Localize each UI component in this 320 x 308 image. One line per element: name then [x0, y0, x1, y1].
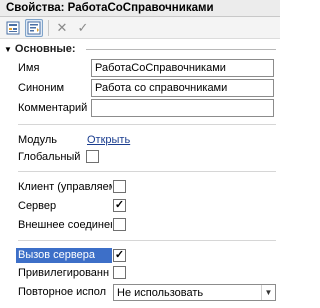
privileged-label: Привилегированн: [18, 267, 110, 279]
synonym-label: Синоним: [18, 82, 65, 94]
form-button[interactable]: [4, 19, 22, 37]
section-main-title: Основные:: [14, 43, 76, 55]
synonym-field[interactable]: Работа со справочниками: [91, 79, 274, 97]
reuse-label: Повторное испол: [18, 286, 107, 298]
check-icon: ✓: [114, 199, 125, 211]
server-call-checkbox[interactable]: ✓: [113, 249, 126, 262]
section-main-header[interactable]: ▼ Основные:: [4, 42, 76, 56]
form-icon: [6, 21, 20, 34]
cancel-button[interactable]: ✕: [53, 19, 71, 37]
apply-button[interactable]: ✓: [74, 19, 92, 37]
check-icon: ✓: [77, 20, 89, 35]
client-managed-checkbox[interactable]: [113, 180, 126, 193]
privileged-checkbox[interactable]: [113, 266, 126, 279]
client-managed-label: Клиент (управляем: [18, 181, 112, 193]
sort-icon: [27, 21, 41, 34]
module-label: Модуль: [18, 134, 57, 146]
window-title: Свойства: РаботаСоСправочниками: [6, 2, 214, 14]
collapse-triangle-icon: ▼: [4, 44, 12, 54]
external-connection-checkbox[interactable]: [113, 218, 126, 231]
window-titlebar: Свойства: РаботаСоСправочниками: [0, 0, 280, 17]
module-open-link[interactable]: Открыть: [87, 134, 130, 146]
sort-button[interactable]: [25, 18, 43, 37]
comment-label: Комментарий: [18, 102, 88, 114]
group-divider: [18, 124, 276, 125]
group-divider: [18, 240, 276, 241]
check-icon: ✓: [114, 249, 125, 261]
toolbar-separator: [48, 19, 49, 36]
name-label: Имя: [18, 62, 40, 74]
comment-field[interactable]: [91, 99, 274, 117]
global-checkbox[interactable]: [86, 150, 99, 163]
name-field[interactable]: РаботаСоСправочниками: [91, 59, 274, 77]
close-icon: ✕: [56, 20, 68, 35]
server-checkbox[interactable]: ✓: [113, 199, 126, 212]
group-divider: [18, 171, 276, 172]
server-call-label: Вызов сервера: [18, 249, 95, 261]
server-label: Сервер: [18, 200, 57, 212]
reuse-select-value: Не использовать: [117, 286, 204, 299]
section-divider: [86, 49, 276, 50]
chevron-down-icon[interactable]: ▼: [261, 285, 275, 300]
global-label: Глобальный: [18, 151, 81, 163]
toolbar: ✕ ✓: [0, 17, 280, 39]
reuse-select[interactable]: Не использовать ▼: [113, 284, 276, 301]
external-connection-label: Внешнее соединен: [18, 219, 112, 231]
